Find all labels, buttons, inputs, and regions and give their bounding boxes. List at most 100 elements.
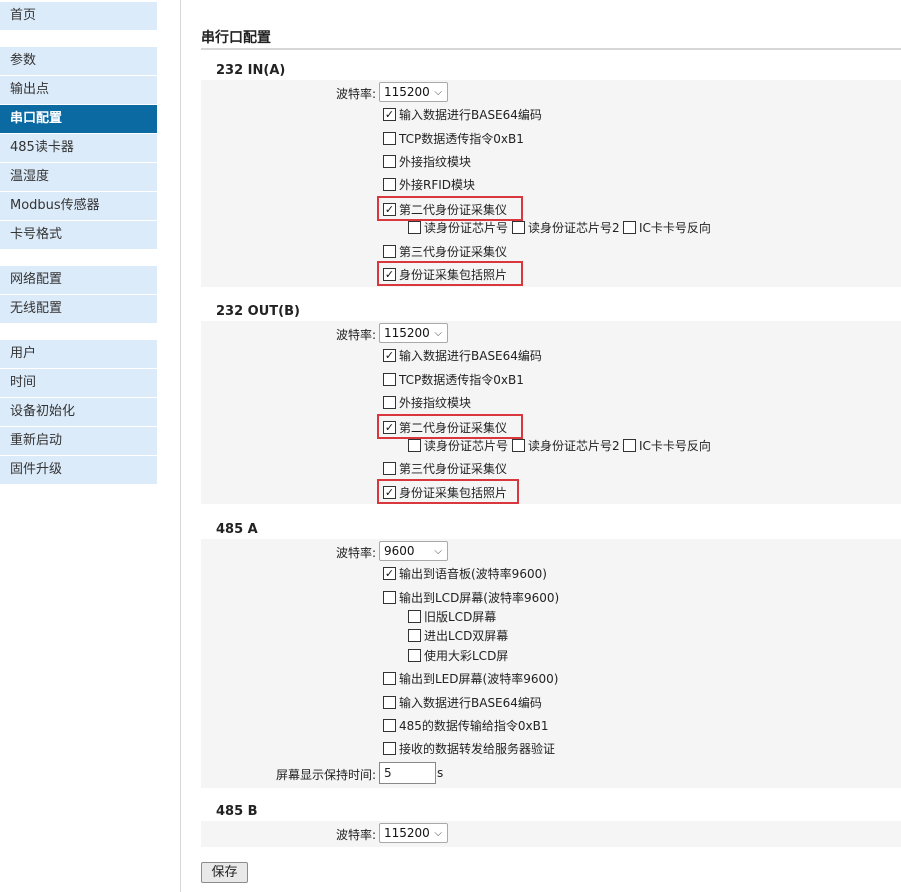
checkbox-include-photo[interactable]: 身份证采集包括照片 <box>383 483 507 501</box>
checkbox-ic-reverse[interactable]: IC卡卡号反向 <box>623 218 711 236</box>
hold-time-unit: s <box>437 766 444 780</box>
checkbox-label: 第二代身份证采集仪 <box>399 420 508 435</box>
checkbox-label: 外接指纹模块 <box>399 395 472 410</box>
sidebar-item-modbus-sensor[interactable]: Modbus传感器 <box>0 192 157 220</box>
checkbox-box[interactable] <box>408 609 421 623</box>
sidebar-item-serial-config[interactable]: 串口配置 <box>0 105 157 133</box>
checkbox-base64[interactable]: 输入数据进行BASE64编码 <box>383 105 542 123</box>
checkbox-box[interactable] <box>383 372 396 386</box>
checkbox-box[interactable] <box>623 438 636 452</box>
sidebar-item-params[interactable]: 参数 <box>0 47 157 75</box>
checkbox-label: 身份证采集包括照片 <box>399 267 508 282</box>
hold-time-input[interactable]: 5 <box>379 762 436 784</box>
sidebar-item-home[interactable]: 首页 <box>0 2 157 30</box>
checkbox-base64[interactable]: 输入数据进行BASE64编码 <box>383 693 542 711</box>
checkbox-tcp-passthrough[interactable]: TCP数据透传指令0xB1 <box>383 129 524 147</box>
checkbox-box[interactable] <box>383 741 396 755</box>
checkbox-fingerprint-module[interactable]: 外接指纹模块 <box>383 393 471 411</box>
checkbox-id2-reader[interactable]: 第二代身份证采集仪 <box>383 418 507 436</box>
sidebar-item-output-points[interactable]: 输出点 <box>0 76 157 104</box>
section-title-485-b: 485 B <box>216 804 258 819</box>
checkbox-box[interactable] <box>623 220 636 234</box>
checkbox-box[interactable] <box>383 177 396 191</box>
panel-232-out: 波特率: 115200 ⌵ 输入数据进行BASE64编码 TCP数据透传指令0x… <box>201 321 901 504</box>
checkbox-box[interactable] <box>383 244 396 258</box>
checkbox-read-chip[interactable]: 读身份证芯片号 <box>408 436 508 454</box>
checkbox-include-photo[interactable]: 身份证采集包括照片 <box>383 265 507 283</box>
checkbox-label: IC卡卡号反向 <box>639 438 711 453</box>
checkbox-rfid-module[interactable]: 外接RFID模块 <box>383 175 475 193</box>
checkbox-box[interactable] <box>383 107 396 121</box>
baud-select-485-b[interactable]: 115200 ⌵ <box>379 823 448 843</box>
checkbox-box[interactable] <box>383 718 396 732</box>
title-divider <box>201 48 901 50</box>
checkbox-server-verify[interactable]: 接收的数据转发给服务器验证 <box>383 739 555 757</box>
checkbox-box[interactable] <box>383 590 396 604</box>
checkbox-box[interactable] <box>383 695 396 709</box>
checkbox-dual-lcd[interactable]: 进出LCD双屏幕 <box>408 626 508 644</box>
checkbox-old-lcd[interactable]: 旧版LCD屏幕 <box>408 607 496 625</box>
checkbox-voice-board[interactable]: 输出到语音板(波特率9600) <box>383 564 547 582</box>
baud-select-232-out[interactable]: 115200 ⌵ <box>379 323 448 343</box>
baud-select-485-a[interactable]: 9600 ⌵ <box>379 541 448 561</box>
checkbox-box[interactable] <box>383 485 396 499</box>
checkbox-box[interactable] <box>408 220 421 234</box>
baud-label: 波特率: <box>336 546 377 560</box>
save-button[interactable]: 保存 <box>201 862 248 883</box>
sidebar-item-time[interactable]: 时间 <box>0 369 157 397</box>
checkbox-tcp-passthrough[interactable]: TCP数据透传指令0xB1 <box>383 370 524 388</box>
baud-label: 波特率: <box>336 328 377 342</box>
checkbox-box[interactable] <box>383 154 396 168</box>
checkbox-box[interactable] <box>383 267 396 281</box>
checkbox-color-lcd[interactable]: 使用大彩LCD屏 <box>408 646 508 664</box>
checkbox-box[interactable] <box>383 348 396 362</box>
checkbox-id2-reader[interactable]: 第二代身份证采集仪 <box>383 200 507 218</box>
checkbox-id3-reader[interactable]: 第三代身份证采集仪 <box>383 242 507 260</box>
checkbox-fingerprint-module[interactable]: 外接指纹模块 <box>383 152 471 170</box>
checkbox-label: 身份证采集包括照片 <box>399 485 508 500</box>
checkbox-lcd-output[interactable]: 输出到LCD屏幕(波特率9600) <box>383 588 559 606</box>
checkbox-read-chip-2[interactable]: 读身份证芯片号2 <box>512 218 620 236</box>
checkbox-led-output[interactable]: 输出到LED屏幕(波特率9600) <box>383 669 558 687</box>
checkbox-box[interactable] <box>383 461 396 475</box>
checkbox-box[interactable] <box>408 438 421 452</box>
panel-485-b: 波特率: 115200 ⌵ <box>201 821 901 847</box>
checkbox-label: 读身份证芯片号2 <box>528 438 620 453</box>
checkbox-label: 第三代身份证采集仪 <box>399 244 508 259</box>
checkbox-box[interactable] <box>383 395 396 409</box>
sidebar-item-firmware-upgrade[interactable]: 固件升级 <box>0 456 157 484</box>
sidebar-item-network-config[interactable]: 网络配置 <box>0 266 157 294</box>
sidebar-item-device-init[interactable]: 设备初始化 <box>0 398 157 426</box>
checkbox-label: 输入数据进行BASE64编码 <box>399 695 542 710</box>
checkbox-read-chip-2[interactable]: 读身份证芯片号2 <box>512 436 620 454</box>
sidebar-item-users[interactable]: 用户 <box>0 340 157 368</box>
checkbox-box[interactable] <box>383 131 396 145</box>
checkbox-box[interactable] <box>383 420 396 434</box>
chevron-down-icon: ⌵ <box>434 328 442 339</box>
checkbox-label: 进出LCD双屏幕 <box>424 628 509 643</box>
checkbox-base64[interactable]: 输入数据进行BASE64编码 <box>383 346 542 364</box>
checkbox-box[interactable] <box>383 671 396 685</box>
sidebar-item-restart[interactable]: 重新启动 <box>0 427 157 455</box>
panel-232-in: 波特率: 115200 ⌵ 输入数据进行BASE64编码 TCP数据透传指令0x… <box>201 80 901 287</box>
checkbox-box[interactable] <box>408 628 421 642</box>
checkbox-box[interactable] <box>512 438 525 452</box>
checkbox-label: 外接RFID模块 <box>399 177 476 192</box>
sidebar-item-485-reader[interactable]: 485读卡器 <box>0 134 157 162</box>
checkbox-id3-reader[interactable]: 第三代身份证采集仪 <box>383 459 507 477</box>
sidebar-item-temp-humidity[interactable]: 温湿度 <box>0 163 157 191</box>
checkbox-box[interactable] <box>408 648 421 662</box>
panel-485-a: 波特率: 9600 ⌵ 输出到语音板(波特率9600) 输出到LCD屏幕(波特率… <box>201 539 901 788</box>
checkbox-ic-reverse[interactable]: IC卡卡号反向 <box>623 436 711 454</box>
sidebar-item-card-format[interactable]: 卡号格式 <box>0 221 157 249</box>
checkbox-box[interactable] <box>383 566 396 580</box>
page-title: 串行口配置 <box>201 30 271 46</box>
checkbox-485-command[interactable]: 485的数据传输给指令0xB1 <box>383 716 549 734</box>
baud-select-232-in[interactable]: 115200 ⌵ <box>379 82 448 102</box>
checkbox-read-chip[interactable]: 读身份证芯片号 <box>408 218 508 236</box>
checkbox-box[interactable] <box>383 202 396 216</box>
checkbox-box[interactable] <box>512 220 525 234</box>
checkbox-label: 旧版LCD屏幕 <box>424 609 497 624</box>
sidebar-item-wireless-config[interactable]: 无线配置 <box>0 295 157 323</box>
checkbox-label: 输出到语音板(波特率9600) <box>399 566 547 581</box>
